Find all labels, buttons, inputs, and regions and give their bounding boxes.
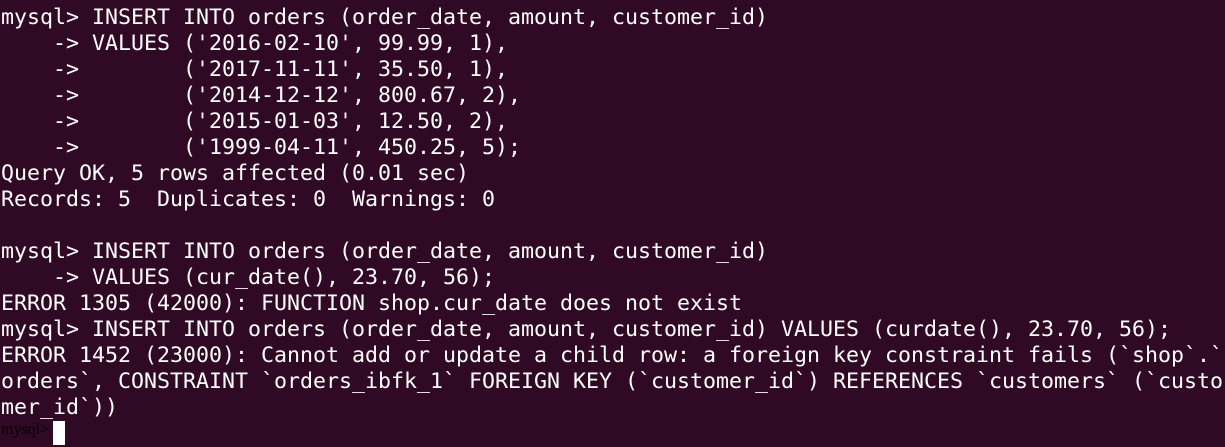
terminal-line: Records: 5 Duplicates: 0 Warnings: 0 — [1, 187, 496, 212]
text-cursor — [53, 421, 66, 445]
terminal-line: -> VALUES ('2016-02-10', 99.99, 1), — [1, 31, 509, 56]
terminal-line: mysql> INSERT INTO orders (order_date, a… — [1, 239, 769, 264]
terminal-line: -> ('2015-01-03', 12.50, 2), — [1, 109, 509, 134]
terminal-line: -> ('2014-12-12', 800.67, 2), — [1, 83, 522, 108]
terminal-line: ERROR 1452 (23000): Cannot add or update… — [1, 343, 1224, 368]
terminal-line: -> ('1999-04-11', 450.25, 5); — [1, 135, 522, 160]
terminal-line: mysql> INSERT INTO orders (order_date, a… — [1, 5, 769, 30]
prompt-line[interactable]: mysql> — [1, 421, 66, 447]
terminal-line: mer_id`)) — [1, 395, 119, 420]
terminal-line: mysql> INSERT INTO orders (order_date, a… — [1, 317, 1172, 342]
terminal-line: Query OK, 5 rows affected (0.01 sec) — [1, 161, 470, 186]
terminal-line: -> ('2017-11-11', 35.50, 1), — [1, 57, 509, 82]
terminal-line: -> VALUES (cur_date(), 23.70, 56); — [1, 265, 496, 290]
terminal-window[interactable]: mysql> INSERT INTO orders (order_date, a… — [0, 0, 1225, 426]
terminal-line: ERROR 1305 (42000): FUNCTION shop.cur_da… — [1, 291, 743, 316]
prompt-text: mysql> — [1, 421, 54, 438]
terminal-line: orders`, CONSTRAINT `orders_ibfk_1` FORE… — [1, 369, 1224, 394]
